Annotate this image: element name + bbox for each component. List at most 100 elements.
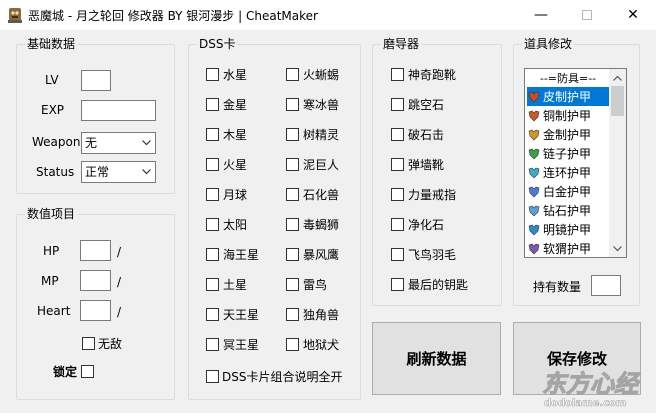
stone-7-checkbox[interactable] — [391, 278, 404, 291]
dss-card-right-2-checkbox[interactable] — [286, 128, 299, 141]
stone-4-label: 力量戒指 — [408, 188, 457, 202]
invincible-checkbox[interactable] — [82, 337, 95, 350]
list-item-label: 钻石护甲 — [543, 204, 592, 218]
lock-checkbox[interactable] — [81, 365, 94, 378]
stone-1-checkbox[interactable] — [391, 98, 404, 111]
dss-card-right-7-label: 雷鸟 — [303, 278, 328, 292]
list-item[interactable]: 皮制护甲 — [527, 87, 609, 106]
stones-group: 磨导器 — [372, 37, 502, 306]
dss-all-checkbox[interactable] — [206, 370, 219, 383]
dss-card-right-4-label: 石化兽 — [303, 188, 340, 202]
mp-label: MP — [41, 274, 59, 288]
exp-input[interactable] — [81, 100, 156, 121]
refresh-button-label: 刷新数据 — [406, 350, 467, 368]
armor-icon — [528, 224, 540, 235]
stone-6-label: 飞鸟羽毛 — [408, 248, 457, 262]
dss-card-right-9-checkbox[interactable] — [286, 338, 299, 351]
stones-title: 磨导器 — [381, 37, 422, 51]
dss-card-left-4-checkbox[interactable] — [206, 188, 219, 201]
stone-0-label: 神奇跑靴 — [408, 68, 457, 82]
mp-slash: / — [117, 275, 122, 289]
dss-card-right-4-checkbox[interactable] — [286, 188, 299, 201]
stone-1-label: 跳空石 — [408, 98, 445, 112]
dss-card-left-0-checkbox[interactable] — [206, 68, 219, 81]
stone-0-checkbox[interactable] — [391, 68, 404, 81]
hp-slash: / — [117, 245, 122, 259]
dss-card-right-8-label: 独角兽 — [303, 308, 340, 322]
stone-7-label: 最后的钥匙 — [408, 278, 469, 292]
dss-card-right-0-checkbox[interactable] — [286, 68, 299, 81]
watermark-en: dodolame.com — [544, 398, 626, 409]
title-bar: 恶魔城 - 月之轮回 修改器 BY 银河漫步 | CheatMaker — ✕ — [0, 0, 656, 30]
minimize-button[interactable]: — — [518, 0, 564, 30]
maximize-button[interactable] — [564, 0, 610, 30]
stone-5-label: 净化石 — [408, 218, 445, 232]
mp-input[interactable] — [80, 270, 111, 291]
close-icon: ✕ — [627, 7, 639, 23]
list-item[interactable]: 连环护甲 — [527, 163, 609, 182]
watermark-cn: 东方心经 — [542, 370, 641, 398]
armor-icon — [528, 148, 540, 159]
owned-count-input[interactable] — [591, 275, 621, 296]
chevron-down-icon — [138, 162, 155, 182]
dss-card-title: DSS卡 — [197, 37, 238, 51]
dss-card-right-1-checkbox[interactable] — [286, 98, 299, 111]
list-item-label: 皮制护甲 — [543, 90, 592, 104]
stone-4-checkbox[interactable] — [391, 188, 404, 201]
item-listbox[interactable]: --=防具=-- 皮制护甲 铜制护甲 金制护甲 链子护甲 连环护甲 白金护甲 钻石护甲 明镜护… — [524, 68, 627, 258]
dss-card-left-1-label: 金星 — [223, 98, 248, 112]
armor-icon — [528, 205, 540, 216]
list-item[interactable]: 金制护甲 — [527, 125, 609, 144]
close-button[interactable]: ✕ — [610, 0, 656, 30]
dss-card-left-3-checkbox[interactable] — [206, 158, 219, 171]
lv-input[interactable] — [81, 70, 111, 91]
stone-5-checkbox[interactable] — [391, 218, 404, 231]
owned-count-label: 持有数量 — [533, 280, 582, 294]
lock-label: 锁定 — [53, 365, 78, 379]
dss-card-left-8-label: 天王星 — [223, 308, 260, 322]
dss-card-right-9-label: 地狱犬 — [303, 338, 340, 352]
dss-card-left-0-label: 水星 — [223, 68, 248, 82]
scroll-up-icon[interactable] — [609, 69, 626, 86]
dss-card-left-7-label: 土星 — [223, 278, 248, 292]
list-item[interactable]: 链子护甲 — [527, 144, 609, 163]
stone-3-checkbox[interactable] — [391, 158, 404, 171]
armor-icon — [528, 243, 540, 254]
dss-card-left-8-checkbox[interactable] — [206, 308, 219, 321]
status-select[interactable]: 正常 — [81, 161, 156, 183]
dss-card-right-6-checkbox[interactable] — [286, 248, 299, 261]
dss-card-right-7-checkbox[interactable] — [286, 278, 299, 291]
list-item[interactable]: 钻石护甲 — [527, 201, 609, 220]
list-item[interactable]: 明镜护甲 — [527, 220, 609, 239]
weapon-label: Weapon — [32, 135, 81, 149]
list-item[interactable]: 白金护甲 — [527, 182, 609, 201]
stone-6-checkbox[interactable] — [391, 248, 404, 261]
dss-card-right-5-checkbox[interactable] — [286, 218, 299, 231]
stone-2-checkbox[interactable] — [391, 128, 404, 141]
scroll-down-icon[interactable] — [609, 240, 626, 257]
list-item-label: 连环护甲 — [543, 166, 592, 180]
armor-icon — [528, 167, 540, 178]
heart-input[interactable] — [80, 300, 111, 321]
dss-card-right-3-checkbox[interactable] — [286, 158, 299, 171]
scroll-thumb[interactable] — [611, 86, 624, 116]
hp-input[interactable] — [80, 240, 111, 261]
dss-card-left-1-checkbox[interactable] — [206, 98, 219, 111]
list-item-label: 金制护甲 — [543, 128, 592, 142]
dss-card-left-9-checkbox[interactable] — [206, 338, 219, 351]
dss-card-right-8-checkbox[interactable] — [286, 308, 299, 321]
heart-slash: / — [117, 305, 122, 319]
list-item[interactable]: 软猬护甲 — [527, 239, 609, 257]
dss-card-left-6-checkbox[interactable] — [206, 248, 219, 261]
dss-card-left-7-checkbox[interactable] — [206, 278, 219, 291]
weapon-select[interactable]: 无 — [81, 132, 156, 154]
invincible-label: 无敌 — [98, 337, 123, 351]
list-scrollbar[interactable] — [609, 69, 626, 257]
dss-card-left-2-label: 木星 — [223, 128, 248, 142]
dss-card-left-5-checkbox[interactable] — [206, 218, 219, 231]
dss-card-left-2-checkbox[interactable] — [206, 128, 219, 141]
list-item-label: 铜制护甲 — [543, 109, 592, 123]
list-item[interactable]: 铜制护甲 — [527, 106, 609, 125]
refresh-button[interactable]: 刷新数据 — [372, 322, 501, 395]
window-title: 恶魔城 - 月之轮回 修改器 BY 银河漫步 | CheatMaker — [28, 9, 318, 23]
